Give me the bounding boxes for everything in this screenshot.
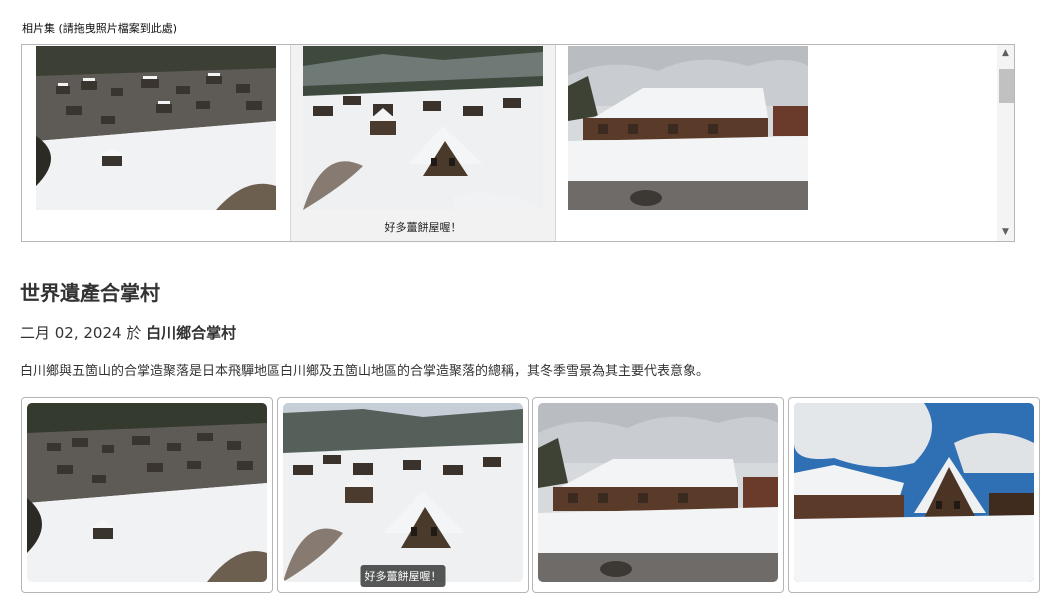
post-meta: 二月 02, 2024 於 白川鄉合掌村	[20, 322, 236, 343]
post-location: 白川鄉合掌村	[146, 324, 237, 342]
gassho-houses-blue-sky-photo	[794, 403, 1034, 582]
village-overview-photo	[27, 403, 267, 582]
album-caption: 好多薑餅屋喔！	[384, 221, 462, 234]
farmhouse-photo	[568, 46, 808, 210]
farmhouse-photo	[538, 403, 778, 582]
album-scrollbar[interactable]: ▲ ▼	[997, 45, 1014, 241]
scrollbar-thumb[interactable]	[999, 69, 1014, 103]
chevron-up-icon[interactable]: ▲	[997, 45, 1014, 62]
post-location-sep: 於	[126, 324, 142, 342]
album-item[interactable]	[22, 45, 290, 241]
gallery-card[interactable]	[532, 397, 784, 593]
village-overview-photo	[36, 46, 276, 210]
thatched-houses-photo	[283, 403, 523, 582]
chevron-down-icon[interactable]: ▼	[997, 224, 1014, 241]
post-date: 二月 02, 2024	[20, 324, 122, 342]
album-dropzone[interactable]: 好多薑餅屋喔！ ▲ ▼	[21, 44, 1015, 242]
album-label: 相片集 (請拖曳照片檔案到此處)	[22, 22, 178, 35]
gallery-card[interactable]	[788, 397, 1040, 593]
album-item[interactable]	[556, 45, 826, 241]
post-title: 世界遺產合掌村	[20, 281, 160, 305]
gallery-caption: 好多薑餅屋喔！	[360, 565, 446, 587]
gallery-card[interactable]	[21, 397, 273, 593]
album-item-selected[interactable]: 好多薑餅屋喔！	[290, 45, 556, 241]
gallery-card[interactable]: 好多薑餅屋喔！	[277, 397, 529, 593]
post-description: 白川鄉與五箇山的合掌造聚落是日本飛驒地區白川鄉及五箇山地區的合掌造聚落的總稱，其…	[20, 364, 710, 379]
thatched-houses-photo	[303, 46, 543, 210]
